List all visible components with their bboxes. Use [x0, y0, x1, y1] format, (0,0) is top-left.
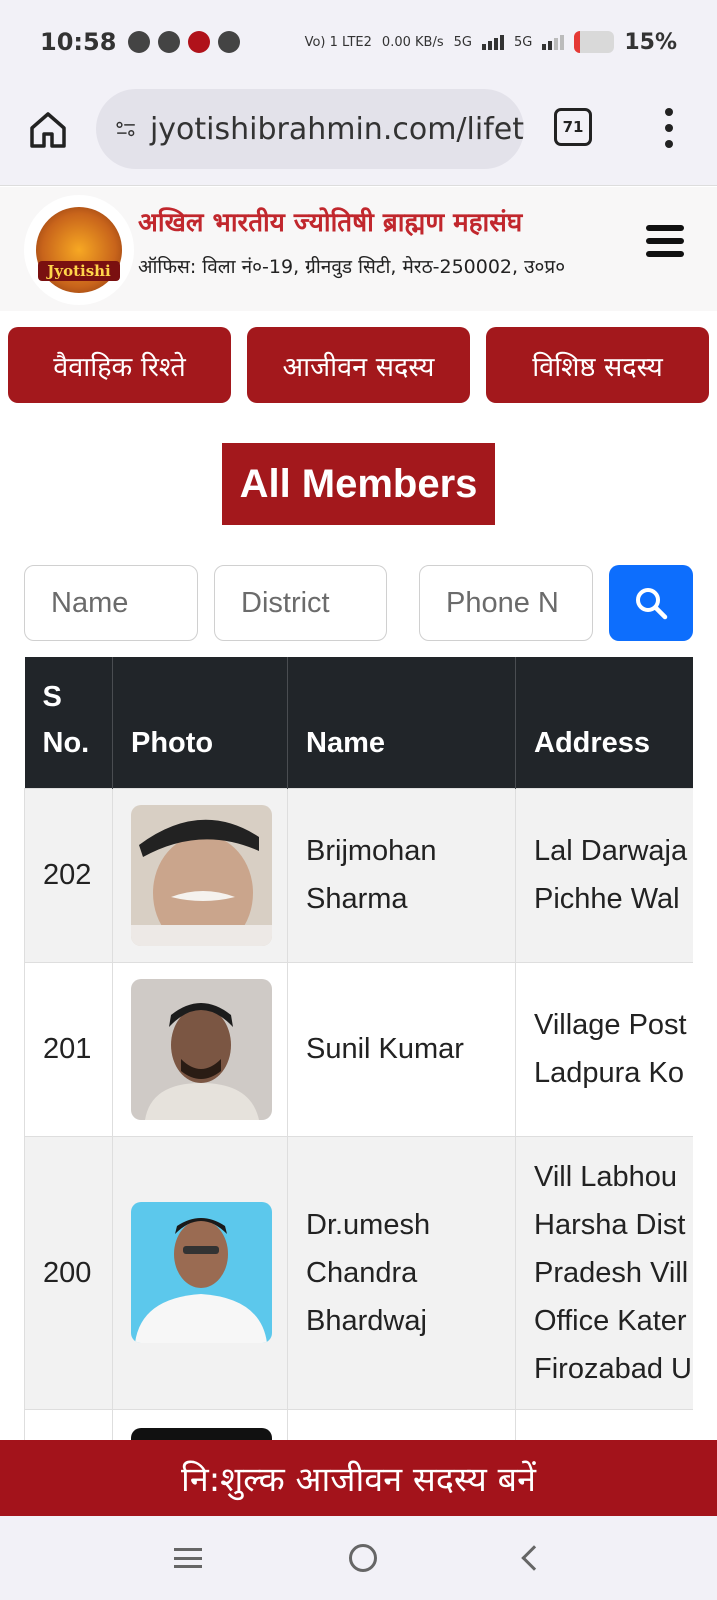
table-row[interactable]: [24, 1408, 693, 1440]
battery-icon: [574, 31, 615, 53]
lifetime-member-button[interactable]: आजीवन सदस्य: [247, 327, 470, 403]
cell-address: Vill Labhou Harsha Dist Pradesh Vill Off…: [515, 1135, 693, 1410]
members-table-container[interactable]: S No. Photo Name Address 202 Brijmohan S…: [24, 657, 693, 1440]
signal-5g-label-1: 5G: [453, 34, 472, 50]
cell-sno: [24, 1408, 113, 1440]
notification-app-icon: [188, 31, 211, 53]
cell-sno: 200: [24, 1135, 113, 1410]
table-row[interactable]: 201 Sunil Kumar Village Post Ladpura Ko: [24, 961, 693, 1137]
hamburger-menu-icon[interactable]: [646, 225, 684, 257]
member-photo[interactable]: [131, 804, 272, 946]
link-app-icon: [218, 31, 241, 53]
home-icon[interactable]: [28, 110, 68, 150]
name-input[interactable]: [24, 565, 198, 641]
cell-name: Dr.umesh Chandra Bhardwaj: [287, 1135, 516, 1410]
table-header-row: S No. Photo Name Address: [24, 657, 693, 788]
cell-address: Lal Darwaja Pichhe Wal: [515, 787, 693, 963]
logo-text: Jyotishi: [38, 261, 120, 281]
matrimonial-button[interactable]: वैवाहिक रिश्ते: [8, 327, 231, 403]
member-photo[interactable]: [131, 978, 272, 1120]
signal-icon-2: [542, 34, 565, 50]
status-time: 10:58: [40, 28, 117, 56]
signal-icon: [481, 34, 504, 50]
menu-icon[interactable]: [664, 108, 674, 148]
facebook-icon: [158, 31, 181, 53]
district-input[interactable]: [214, 565, 387, 641]
signal-5g-label-2: 5G: [513, 34, 533, 50]
header-name: Name: [287, 657, 516, 788]
cell-name: [287, 1408, 516, 1440]
cell-name: Sunil Kumar: [287, 961, 516, 1137]
battery-percent: 15%: [624, 29, 677, 55]
table-row[interactable]: 202 Brijmohan Sharma Lal Darwaja Pichhe …: [24, 787, 693, 963]
home-button-icon[interactable]: [349, 1544, 378, 1572]
cell-sno: 201: [24, 961, 113, 1137]
speed-label: 0.00 KB/s: [381, 34, 444, 50]
cell-photo: [112, 1135, 288, 1410]
cell-photo: [112, 1408, 288, 1440]
search-button[interactable]: [609, 565, 693, 641]
organization-title: अखिल भारतीय ज्योतिषी ब्राह्मण महासंघ: [138, 208, 523, 238]
browser-toolbar: jyotishibrahmin.com/lifet 71: [0, 84, 717, 186]
header-address: Address: [515, 657, 693, 788]
table-row[interactable]: 200 Dr.umesh Chandra Bhardwaj Vill Labho…: [24, 1135, 693, 1410]
site-settings-icon[interactable]: [116, 116, 136, 142]
special-member-button[interactable]: विशिष्ठ सदस्य: [486, 327, 709, 403]
network-label: Vo) 1 LTE2: [304, 34, 372, 50]
free-membership-banner[interactable]: नि:शुल्क आजीवन सदस्य बनें: [0, 1440, 717, 1516]
cell-address: [515, 1408, 693, 1440]
search-icon: [636, 588, 668, 620]
system-navigation-bar: [0, 1516, 717, 1600]
cell-address: Village Post Ladpura Ko: [515, 961, 693, 1137]
page-title: All Members: [222, 443, 495, 525]
address-bar[interactable]: jyotishibrahmin.com/lifet: [96, 89, 524, 169]
header-photo: Photo: [112, 657, 288, 788]
member-photo[interactable]: [131, 1427, 272, 1440]
url-text: jyotishibrahmin.com/lifet: [149, 111, 524, 147]
members-table: S No. Photo Name Address 202 Brijmohan S…: [24, 657, 693, 1440]
cell-sno: 202: [24, 787, 113, 963]
cell-photo: [112, 961, 288, 1137]
recent-apps-icon[interactable]: [173, 1548, 202, 1568]
status-bar: 10:58 Vo) 1 LTE2 0.00 KB/s 5G 5G 15%: [0, 0, 717, 84]
organization-address: ऑफिस: विला नं०-19, ग्रीनवुड सिटी, मेरठ-2…: [138, 256, 566, 278]
site-logo[interactable]: Jyotishi: [24, 195, 134, 305]
tab-switcher-button[interactable]: 71: [554, 108, 592, 146]
header-sno: S No.: [24, 657, 113, 788]
site-header: Jyotishi अखिल भारतीय ज्योतिषी ब्राह्मण म…: [0, 187, 717, 311]
whatsapp-icon: [128, 31, 151, 53]
back-icon[interactable]: [521, 1545, 547, 1571]
cell-photo: [112, 787, 288, 963]
phone-input[interactable]: [419, 565, 593, 641]
cell-name: Brijmohan Sharma: [287, 787, 516, 963]
member-photo[interactable]: [131, 1202, 272, 1343]
